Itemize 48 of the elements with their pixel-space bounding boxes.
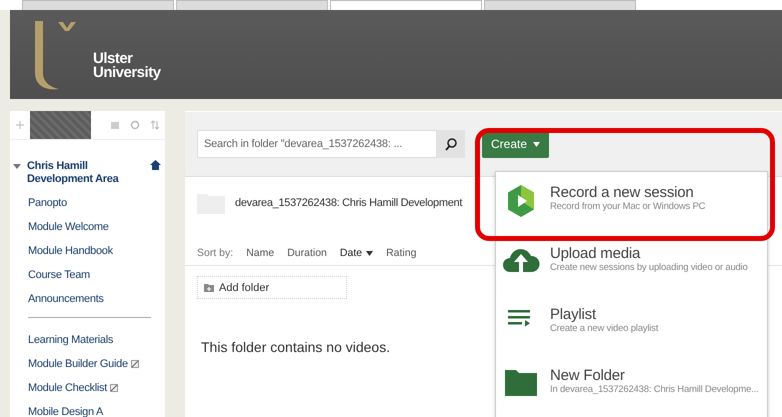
menu-item-title: Record a new session <box>550 184 695 201</box>
search-button[interactable] <box>437 130 465 158</box>
menu-item-title: New Folder <box>550 367 626 384</box>
menu-item[interactable]: New Folder In devarea_1537262438: Chris Hamill Developme... <box>496 365 767 401</box>
search-field[interactable]: Search in folder "devarea_1537262438: ... <box>197 130 437 158</box>
plus-icon[interactable] <box>16 121 24 129</box>
add-folder-button[interactable]: Add folder <box>197 276 347 299</box>
menu-link[interactable]: Learning Materials <box>28 334 114 346</box>
menu-link[interactable]: Module Builder Guide <box>28 358 128 370</box>
menu-link[interactable]: Announcements <box>28 293 104 305</box>
menu-item-subtitle: In devarea_1537262438: Chris Hamill Developme... <box>550 384 758 395</box>
logo-text: Ulster University <box>93 52 161 80</box>
browser-tab[interactable] <box>176 0 328 10</box>
menu-link[interactable]: Module Handbook <box>28 245 113 257</box>
empty-message: This folder contains no videos. <box>201 339 392 355</box>
sort-icon[interactable] <box>150 120 160 130</box>
menu-item[interactable]: Upload media Create new sessions by uploading video or audio <box>496 243 767 279</box>
menu-link[interactable]: Module Checklist <box>28 382 107 394</box>
sort-option[interactable]: Duration <box>287 247 327 259</box>
menu-item-subtitle: Create new sessions by uploading video or audio <box>550 262 748 273</box>
folder-plus-icon <box>204 283 214 292</box>
caret-icon <box>533 142 540 146</box>
play-logo-icon <box>507 184 535 218</box>
browser-tab[interactable] <box>484 0 636 10</box>
sort-arrow-icon <box>366 250 374 256</box>
browser-tab[interactable] <box>22 0 174 10</box>
menu-item[interactable]: Playlist Create a new video playlist <box>496 304 767 340</box>
sort-option[interactable]: Rating <box>386 247 416 259</box>
menu-item-title: Upload media <box>550 245 642 262</box>
menu-link[interactable]: Course Team <box>28 269 90 281</box>
search-icon <box>445 138 457 150</box>
menu-item-subtitle: Create a new video playlist <box>550 323 658 334</box>
menu-link[interactable]: Module Welcome <box>28 221 109 233</box>
expand-caret-icon[interactable] <box>13 163 21 171</box>
menu-item[interactable]: Record a new session Record from your Mac or Windows PC <box>496 182 767 218</box>
home-icon[interactable] <box>150 160 161 170</box>
browser-tab[interactable] <box>330 0 482 10</box>
hatched-block <box>30 111 92 139</box>
sort-option[interactable]: Name <box>246 247 274 259</box>
course-title[interactable]: Chris Hamill Development Area <box>27 160 144 186</box>
sort-label: Sort by: <box>197 247 234 259</box>
folder-title: devarea_1537262438: Chris Hamill Development <box>235 197 462 209</box>
menu-link[interactable]: Mobile Design A <box>28 406 103 417</box>
menu-item-title: Playlist <box>550 306 597 323</box>
sort-option[interactable]: Date <box>340 247 374 259</box>
folder-icon <box>504 367 538 397</box>
menu-item-subtitle: Record from your Mac or Windows PC <box>550 201 706 212</box>
menu-link[interactable]: Panopto <box>28 197 67 209</box>
